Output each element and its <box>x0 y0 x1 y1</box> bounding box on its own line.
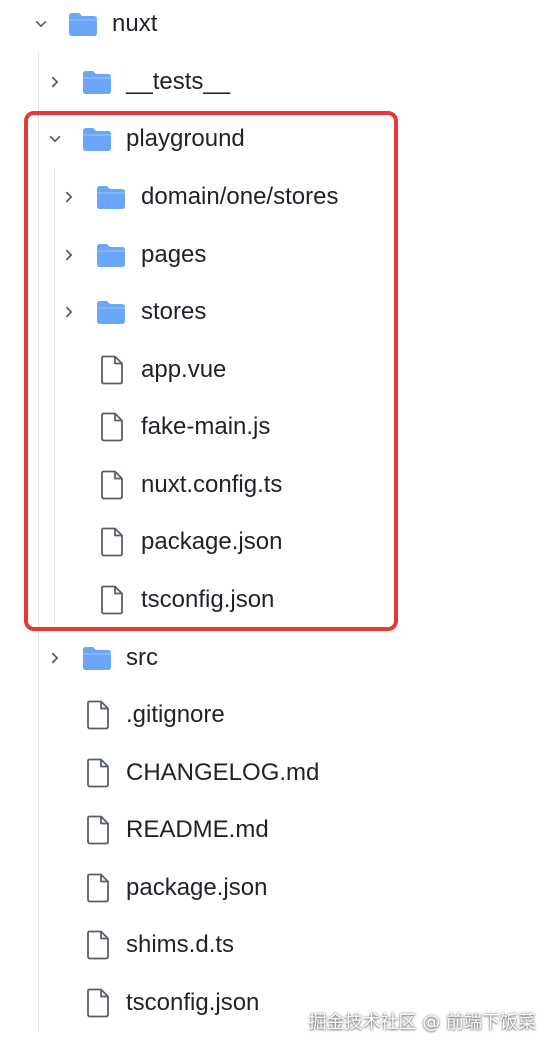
folder-icon <box>68 11 98 37</box>
file-icon <box>86 700 110 730</box>
tree-root-nuxt[interactable]: nuxt <box>0 4 552 44</box>
folder-icon <box>82 645 112 671</box>
tree-item-folder-src[interactable]: src <box>0 638 552 678</box>
file-icon <box>86 930 110 960</box>
tree-item-file-changelog-md[interactable]: CHANGELOG.md <box>0 753 552 793</box>
folder-icon <box>82 69 112 95</box>
chevron-right-icon[interactable] <box>48 70 62 94</box>
file-icon <box>86 815 110 845</box>
tree-item-file-readme-md[interactable]: README.md <box>0 810 552 850</box>
watermark: 掘金技术社区 @ 前端下饭菜 <box>308 1012 536 1033</box>
tree-item-file-shims-d-ts[interactable]: shims.d.ts <box>0 925 552 965</box>
file-icon <box>86 758 110 788</box>
tree-item-label: nuxt <box>112 10 158 37</box>
tree-item-label: src <box>126 644 158 671</box>
tree-item-file-package-json[interactable]: package.json <box>0 868 552 908</box>
tree-item-label: shims.d.ts <box>126 931 235 958</box>
tree-item-label: package.json <box>126 874 268 901</box>
file-icon <box>86 988 110 1018</box>
tree-item-label: README.md <box>126 816 269 843</box>
chevron-down-icon[interactable] <box>34 12 48 36</box>
tree-item-label: CHANGELOG.md <box>126 759 320 786</box>
file-icon <box>86 873 110 903</box>
tree-item-label: tsconfig.json <box>126 989 260 1016</box>
highlight-box <box>24 111 398 631</box>
chevron-right-icon[interactable] <box>48 646 62 670</box>
tree-item-label: .gitignore <box>126 701 225 728</box>
tree-item-label: __tests__ <box>126 68 231 95</box>
tree-item-folder-tests[interactable]: __tests__ <box>0 62 552 102</box>
tree-item-file-gitignore[interactable]: .gitignore <box>0 695 552 735</box>
